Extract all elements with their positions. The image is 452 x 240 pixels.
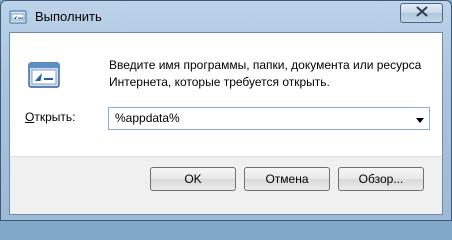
dialog-content: Введите имя программы, папки, документа … xyxy=(9,32,443,215)
close-icon xyxy=(416,4,428,22)
chevron-down-icon xyxy=(415,110,424,128)
open-label-accesskey: О xyxy=(25,110,35,124)
ok-button[interactable]: OK xyxy=(150,167,236,191)
dialog-description: Введите имя программы, папки, документа … xyxy=(109,58,422,89)
open-label-text: ткрыть: xyxy=(34,110,76,124)
run-dialog-window: Выполнить Введите имя программы, папки, … xyxy=(0,0,452,221)
open-input[interactable]: %appdata% xyxy=(115,111,180,125)
open-combobox[interactable]: %appdata% xyxy=(108,107,430,130)
run-icon xyxy=(27,58,61,92)
open-label: Открыть: xyxy=(25,110,75,124)
run-icon xyxy=(9,9,27,25)
close-button[interactable] xyxy=(400,3,443,23)
title-bar[interactable]: Выполнить xyxy=(1,1,451,32)
browse-button[interactable]: Обзор... xyxy=(338,167,424,191)
window-title: Выполнить xyxy=(35,9,102,24)
dropdown-button[interactable] xyxy=(411,109,428,128)
cancel-button[interactable]: Отмена xyxy=(244,167,330,191)
